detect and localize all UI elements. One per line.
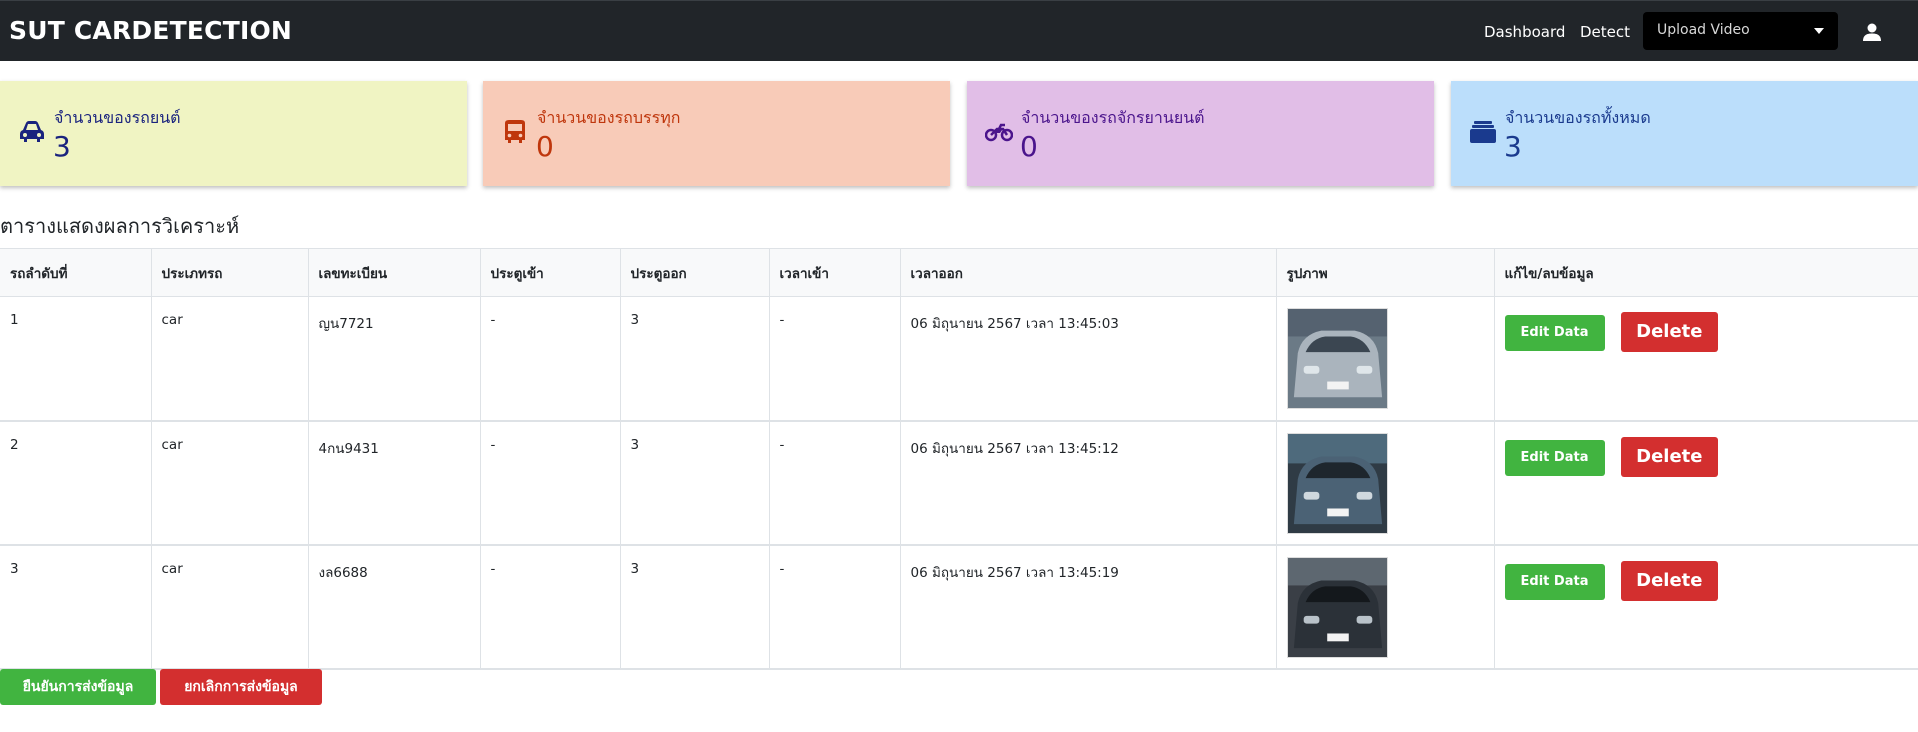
section-title: ตารางแสดงผลการวิเคราะห์ xyxy=(0,214,240,238)
header-plate[interactable]: เลขทะเบียน xyxy=(308,248,481,297)
card-car-count: จำนวนของรถยนต์ 3 xyxy=(0,81,467,186)
table-header-row: รถลำดับที่ ประเภทรถ เลขทะเบียน ประตูเข้า… xyxy=(0,248,1918,297)
cell-time-out: 06 มิถุนายน 2567 เวลา 13:45:03 xyxy=(900,296,1277,421)
top-navbar: SUT CARDETECTION Dashboard Detect Upload… xyxy=(0,0,1918,61)
edit-data-button[interactable]: Edit Data xyxy=(1504,563,1605,600)
cell-gate-in: - xyxy=(480,420,621,545)
car-photo-icon[interactable] xyxy=(1286,308,1388,409)
car-photo-icon[interactable] xyxy=(1286,432,1388,534)
header-image[interactable]: รูปภาพ xyxy=(1276,248,1495,297)
cell-image xyxy=(1276,296,1495,421)
bus-icon xyxy=(505,120,525,143)
cell-gate-out: 3 xyxy=(620,544,770,669)
cancel-submit-button[interactable]: ยกเลิกการส่งข้อมูล xyxy=(160,669,322,705)
cell-gate-in: - xyxy=(480,544,621,669)
header-time-out[interactable]: เวลาออก xyxy=(900,248,1277,297)
edit-data-button[interactable]: Edit Data xyxy=(1504,315,1605,351)
header-actions[interactable]: แก้ไข/ลบข้อมูล xyxy=(1494,248,1918,297)
card-total-title: จำนวนของรถทั้งหมด xyxy=(1505,108,1651,127)
card-car-title: จำนวนของรถยนต์ xyxy=(54,108,181,127)
cell-gate-out: 3 xyxy=(620,296,770,421)
card-total-value: 3 xyxy=(1504,130,1522,163)
cell-plate: 4กน9431 xyxy=(308,420,481,545)
cell-image xyxy=(1276,420,1495,545)
table-row: 2 car 4กน9431 - 3 - 06 มิถุนายน 2567 เวล… xyxy=(0,420,1918,545)
cell-type: car xyxy=(151,544,309,669)
car-photo-icon[interactable] xyxy=(1286,556,1388,658)
cell-type: car xyxy=(151,420,309,545)
car-icon xyxy=(20,121,44,142)
delete-button[interactable]: Delete xyxy=(1620,560,1718,601)
cell-time-out: 06 มิถุนายน 2567 เวลา 13:45:19 xyxy=(900,544,1277,669)
header-gate-out[interactable]: ประตูออก xyxy=(620,248,770,297)
cell-time-in: - xyxy=(769,420,901,545)
cell-time-in: - xyxy=(769,296,901,421)
card-car-value: 3 xyxy=(53,130,71,163)
cell-plate: งล6688 xyxy=(308,544,481,669)
header-type[interactable]: ประเภทรถ xyxy=(151,248,309,297)
user-icon[interactable] xyxy=(1862,23,1882,41)
confirm-submit-button[interactable]: ยืนยันการส่งข้อมูล xyxy=(0,669,156,705)
header-gate-in[interactable]: ประตูเข้า xyxy=(480,248,621,297)
card-truck-count: จำนวนของรถบรรทุก 0 xyxy=(483,81,950,186)
table-row: 1 car ญน7721 - 3 - 06 มิถุนายน 2567 เวลา… xyxy=(0,296,1918,421)
header-no[interactable]: รถลำดับที่ xyxy=(0,248,152,297)
upload-video-dropdown[interactable]: Upload Video xyxy=(1643,12,1838,50)
cell-plate: ญน7721 xyxy=(308,296,481,421)
edit-data-button[interactable]: Edit Data xyxy=(1504,439,1605,476)
cell-no: 2 xyxy=(0,420,152,545)
cell-image xyxy=(1276,544,1495,669)
delete-button[interactable]: Delete xyxy=(1620,312,1718,352)
header-time-in[interactable]: เวลาเข้า xyxy=(769,248,901,297)
cell-actions: Edit Data Delete xyxy=(1494,420,1918,545)
nav-detect-link[interactable]: Detect xyxy=(1580,23,1630,41)
card-motorcycle-count: จำนวนของรถจักรยานยนต์ 0 xyxy=(967,81,1434,186)
cell-actions: Edit Data Delete xyxy=(1494,296,1918,421)
upload-video-label: Upload Video xyxy=(1657,22,1750,38)
cell-gate-in: - xyxy=(480,296,621,421)
card-total-count: จำนวนของรถทั้งหมด 3 xyxy=(1451,81,1918,186)
cell-type: car xyxy=(151,296,309,421)
cell-time-out: 06 มิถุนายน 2567 เวลา 13:45:12 xyxy=(900,420,1277,545)
card-motorcycle-value: 0 xyxy=(1020,130,1038,163)
cell-actions: Edit Data Delete xyxy=(1494,544,1918,669)
cell-no: 1 xyxy=(0,296,152,421)
nav-dashboard-link[interactable]: Dashboard xyxy=(1484,23,1565,41)
table-row: 3 car งล6688 - 3 - 06 มิถุนายน 2567 เวลา… xyxy=(0,544,1918,669)
card-truck-title: จำนวนของรถบรรทุก xyxy=(537,108,681,127)
delete-button[interactable]: Delete xyxy=(1620,436,1718,477)
cell-no: 3 xyxy=(0,544,152,669)
cell-gate-out: 3 xyxy=(620,420,770,545)
card-motorcycle-title: จำนวนของรถจักรยานยนต์ xyxy=(1021,108,1205,127)
card-truck-value: 0 xyxy=(536,130,554,163)
brand-title[interactable]: SUT CARDETECTION xyxy=(9,16,292,45)
analysis-table: รถลำดับที่ ประเภทรถ เลขทะเบียน ประตูเข้า… xyxy=(0,248,1918,670)
vehicle-stack-icon xyxy=(1470,121,1496,143)
caret-down-icon xyxy=(1814,28,1824,34)
cell-time-in: - xyxy=(769,544,901,669)
motorcycle-icon xyxy=(985,123,1013,142)
